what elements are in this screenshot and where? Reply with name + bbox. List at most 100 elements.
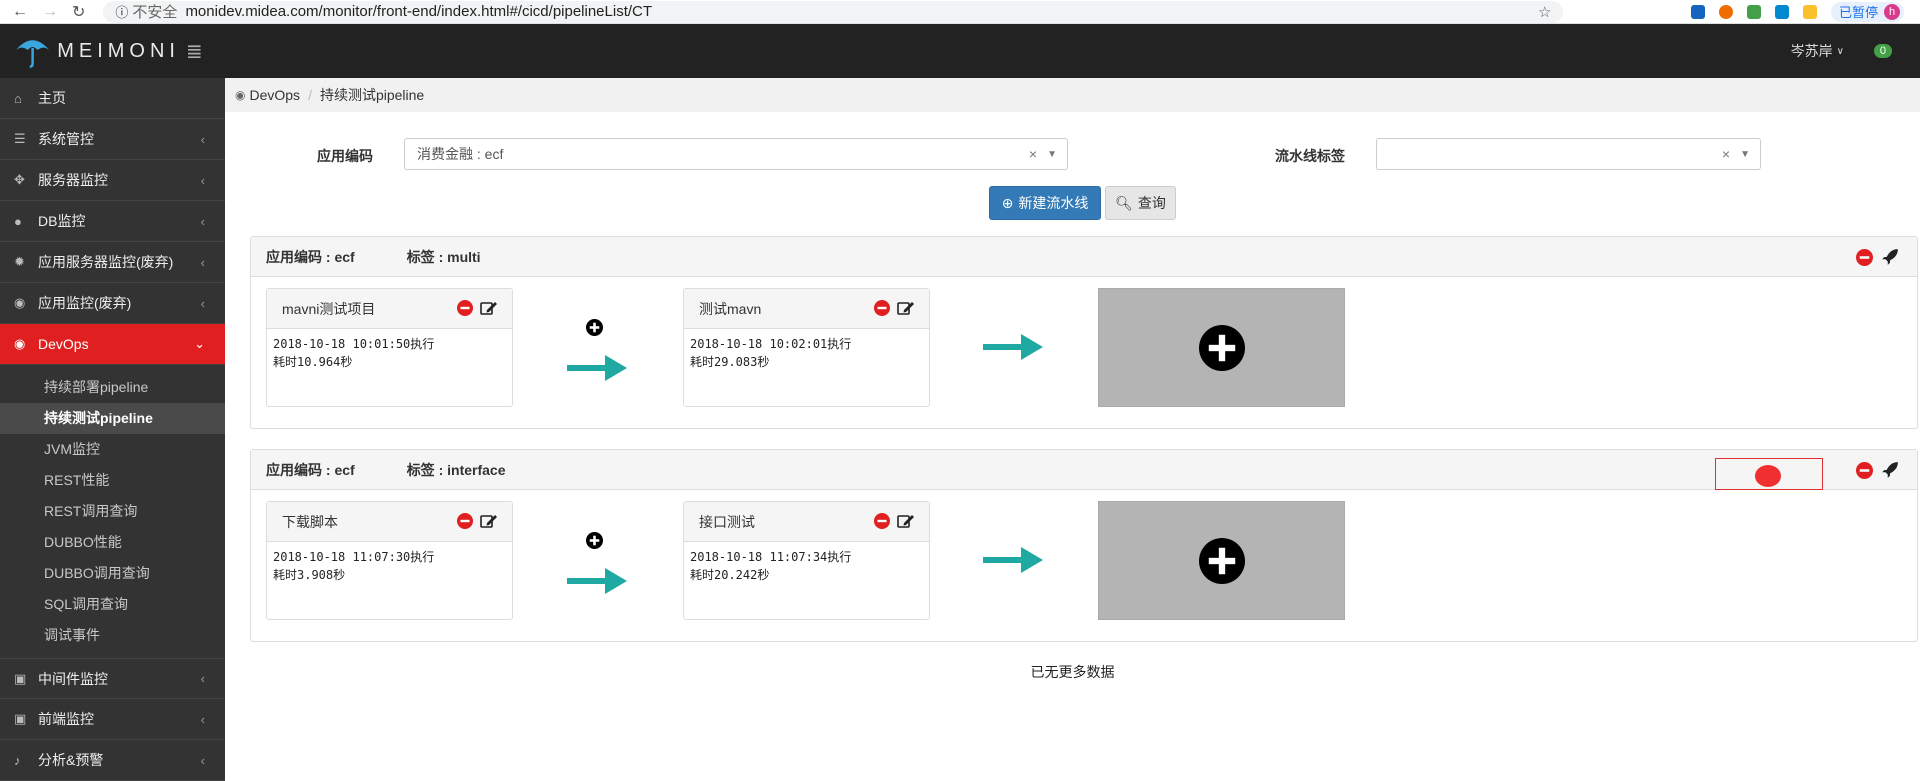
gear-icon: ✹ <box>14 254 25 269</box>
sidebar-item-system[interactable]: ☰ 系统管控 ‹ <box>0 119 225 160</box>
plus-circle-icon <box>1198 324 1245 371</box>
stage-duration: 耗时10.964秒 <box>273 355 353 369</box>
rocket-icon[interactable] <box>1881 248 1899 266</box>
stage-header: mavni测试项目 <box>267 289 512 329</box>
back-icon[interactable]: ← <box>12 3 28 21</box>
sidebar-subitem-debug-events[interactable]: 调试事件 <box>0 620 225 651</box>
clear-icon[interactable]: × <box>1722 146 1730 162</box>
extension-tools-icon[interactable] <box>1774 4 1789 19</box>
eye-icon: ◉ <box>14 295 26 310</box>
chevron-left-icon: ‹ <box>200 254 205 270</box>
stage-header: 测试mavn <box>684 289 929 329</box>
stage-duration: 耗时20.242秒 <box>690 568 770 582</box>
sidebar-item-analysis[interactable]: ♪ 分析&预警 ‹ <box>0 740 225 781</box>
sidebar-item-db-monitor[interactable]: ● DB监控 ‹ <box>0 201 225 242</box>
add-stage-between-icon[interactable] <box>586 532 603 549</box>
add-stage-between-icon[interactable] <box>586 319 603 336</box>
globe-icon: ● <box>14 213 22 229</box>
clear-icon[interactable]: × <box>1029 146 1037 162</box>
extension-m-icon[interactable] <box>1690 4 1705 19</box>
extension-orange-icon[interactable] <box>1718 4 1733 19</box>
sidebar-subitem-sql-query[interactable]: SQL调用查询 <box>0 589 225 620</box>
sidebar-item-devops[interactable]: ◉ DevOps ⌄ <box>0 324 225 365</box>
remove-stage-icon[interactable] <box>457 300 473 316</box>
chevron-left-icon: ‹ <box>200 172 205 188</box>
eye-icon: ◉ <box>235 88 246 102</box>
menu-toggle-icon[interactable]: ≣ <box>186 39 203 64</box>
sidebar-subitem-ct-pipeline[interactable]: 持续测试pipeline <box>0 403 225 434</box>
plus-circle-icon <box>1198 537 1245 584</box>
remove-pipeline-icon[interactable] <box>1856 248 1873 266</box>
edit-icon[interactable] <box>897 300 915 316</box>
sidebar-item-server-monitor[interactable]: ✥ 服务器监控 ‹ <box>0 160 225 201</box>
sidebar-item-label: 应用服务器监控(废弃) <box>38 254 174 270</box>
message-count-badge[interactable]: 0 <box>1873 44 1892 58</box>
sidebar-item-label: 分析&预警 <box>38 752 104 768</box>
new-pipeline-button[interactable]: ⊕ 新建流水线 <box>989 186 1101 220</box>
remove-stage-icon[interactable] <box>874 513 890 529</box>
sidebar-item-app-monitor[interactable]: ◉ 应用监控(废弃) ‹ <box>0 283 225 324</box>
stage-duration: 耗时29.083秒 <box>690 355 770 369</box>
edit-icon[interactable] <box>480 513 498 529</box>
pipeline-header: 应用编码 : ecf 标签 : interface <box>251 450 1917 490</box>
address-bar[interactable]: ⓘ 不安全 monidev.midea.com/monitor/front-en… <box>103 0 1564 23</box>
add-stage-button[interactable] <box>1098 501 1345 620</box>
new-pipeline-label: 新建流水线 <box>1018 195 1089 211</box>
no-more-data-text: 已无更多数据 <box>1030 664 1115 680</box>
sidebar-item-label: 应用监控(废弃) <box>38 295 132 311</box>
sidebar-item-label: 主页 <box>38 90 66 106</box>
remove-stage-icon[interactable] <box>457 513 473 529</box>
bookmark-star-icon[interactable]: ☆ <box>1538 3 1551 21</box>
remove-pipeline-icon[interactable] <box>1856 461 1873 479</box>
logo[interactable]: MEIMONI <box>0 34 180 68</box>
sidebar-item-home[interactable]: ⌂ 主页 <box>0 78 225 119</box>
sidebar-item-middleware[interactable]: ▣ 中间件监控 ‹ <box>0 658 225 699</box>
sidebar-subitem-jvm[interactable]: JVM监控 <box>0 434 225 465</box>
sidebar-item-label: 服务器监控 <box>38 172 108 188</box>
forward-icon[interactable]: → <box>42 3 58 21</box>
pipeline-tag: 标签 : interface <box>406 461 506 478</box>
profile-button[interactable]: 已暂停 h <box>1830 1 1904 22</box>
sidebar-subitem-rest-perf[interactable]: REST性能 <box>0 465 225 496</box>
browser-toolbar: ← → ↻ ⓘ 不安全 monidev.midea.com/monitor/fr… <box>0 0 1920 24</box>
logo-text: MEIMONI <box>57 39 180 62</box>
stage-card: mavni测试项目 2018-10-18 10:01:50执行 耗时10.964… <box>266 288 513 407</box>
sidebar-subitem-dubbo-perf[interactable]: DUBBO性能 <box>0 527 225 558</box>
sidebar-item-app-server-monitor[interactable]: ✹ 应用服务器监控(废弃) ‹ <box>0 242 225 283</box>
sidebar-subitem-dubbo-query[interactable]: DUBBO调用查询 <box>0 558 225 589</box>
query-button[interactable]: 🔍︎ 查询 <box>1105 186 1176 220</box>
eye-icon: ◉ <box>14 336 26 351</box>
url-text: monidev.midea.com/monitor/front-end/inde… <box>185 3 653 20</box>
umbrella-logo-icon <box>15 40 50 68</box>
stage-name: mavni测试项目 <box>282 300 376 317</box>
chevron-down-icon: ∨ <box>1836 45 1844 57</box>
sidebar-subitem-rest-query[interactable]: REST调用查询 <box>0 496 225 527</box>
dropdown-arrow-icon[interactable]: ▼ <box>1740 149 1750 160</box>
stage-name: 接口测试 <box>699 513 755 530</box>
tag-select[interactable]: × ▼ <box>1376 138 1761 170</box>
stage-name: 测试mavn <box>699 300 762 317</box>
edit-icon[interactable] <box>480 300 498 316</box>
extension-colorful-icon[interactable] <box>1802 4 1817 19</box>
stage-exec-time: 2018-10-18 11:07:30执行 <box>273 550 435 564</box>
info-icon[interactable]: ⓘ <box>115 2 128 21</box>
rocket-icon[interactable] <box>1881 461 1899 479</box>
security-label: 不安全 <box>132 4 178 21</box>
app-code-select[interactable]: 消费金融 : ecf × ▼ <box>404 138 1068 170</box>
stage-exec-time: 2018-10-18 10:02:01执行 <box>690 337 852 351</box>
pipeline-app-code: 应用编码 : ecf <box>266 248 355 265</box>
add-stage-button[interactable] <box>1098 288 1345 407</box>
remove-stage-icon[interactable] <box>874 300 890 316</box>
reload-icon[interactable]: ↻ <box>72 2 85 22</box>
breadcrumb-root[interactable]: DevOps <box>249 87 300 103</box>
sidebar-item-label: 前端监控 <box>38 711 94 727</box>
extension-green-icon[interactable] <box>1746 4 1761 19</box>
edit-icon[interactable] <box>897 513 915 529</box>
flow-arrow-icon <box>983 334 1043 360</box>
sidebar-item-frontend[interactable]: ▣ 前端监控 ‹ <box>0 699 225 740</box>
sidebar-subitem-cd-pipeline[interactable]: 持续部署pipeline <box>0 372 225 403</box>
dropdown-arrow-icon[interactable]: ▼ <box>1047 149 1057 160</box>
pipeline-card: 应用编码 : ecf 标签 : interface 下载脚本 2018-10-1… <box>250 449 1918 642</box>
user-menu[interactable]: 岑苏岸 ∨ <box>1791 24 1844 78</box>
user-name: 岑苏岸 <box>1790 43 1833 59</box>
